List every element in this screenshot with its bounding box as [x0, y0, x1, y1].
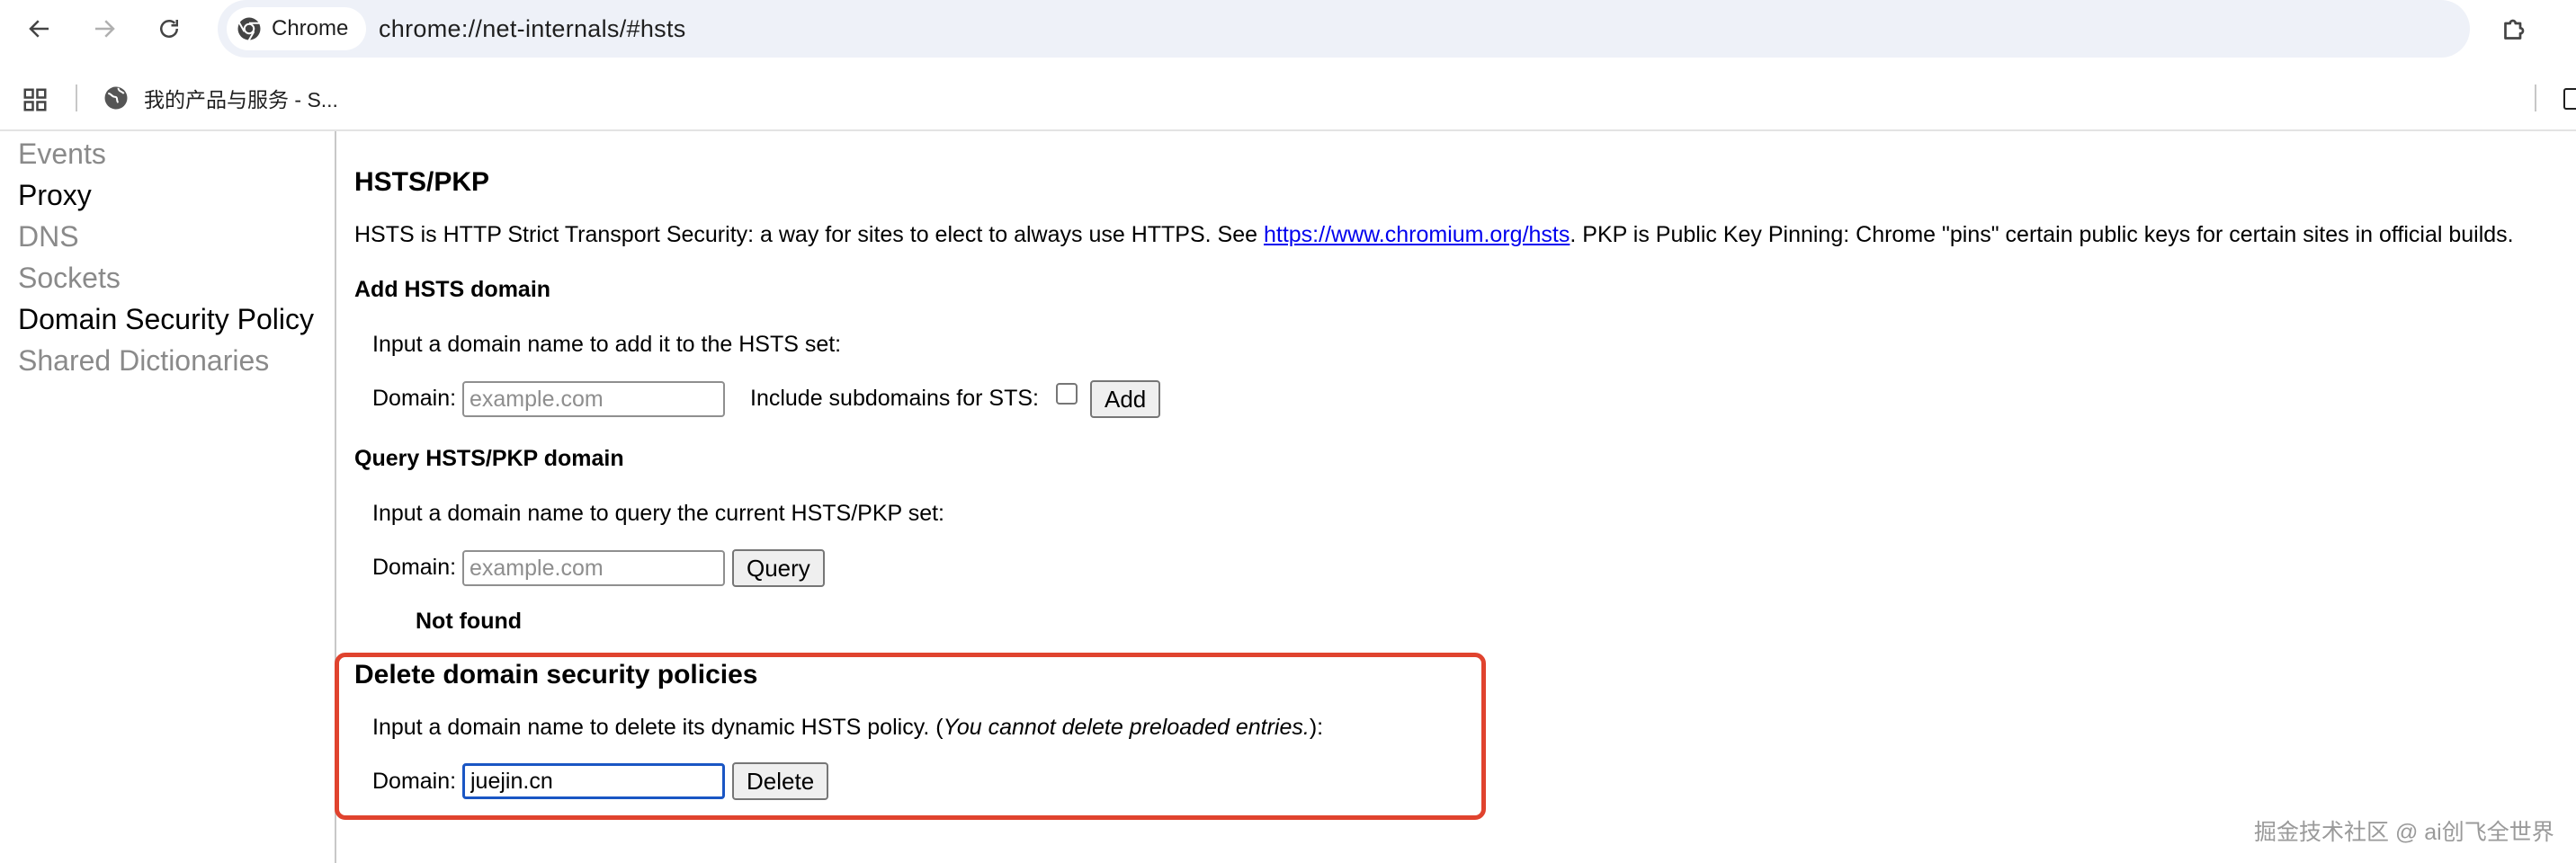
arrow-left-icon [29, 20, 49, 38]
url-text[interactable]: chrome://net-internals/#hsts [379, 15, 686, 43]
bookmarks-bar: 我的产品与服务 - S... [0, 58, 2576, 131]
query-result: Not found [416, 609, 523, 634]
omnibox[interactable]: Chrome chrome://net-internals/#hsts [218, 0, 2470, 58]
bookmarks-separator [76, 85, 77, 111]
sidebar-item-proxy[interactable]: Proxy [18, 179, 92, 212]
bookmarks-separator-right [2535, 85, 2536, 111]
site-info-label: Chrome [272, 16, 349, 40]
page-title: HSTS/PKP [354, 167, 490, 197]
intro-text-after: . PKP is Public Key Pinning: Chrome "pin… [1570, 222, 2514, 247]
bookmark-label: 我的产品与服务 - S... [144, 88, 338, 111]
add-domain-label: Domain: [372, 386, 457, 411]
sidebar: Events Proxy DNS Sockets Domain Security… [0, 131, 336, 863]
include-subdomains-checkbox[interactable] [1056, 383, 1078, 405]
arrow-right-icon [95, 20, 115, 38]
globe-icon [104, 86, 128, 110]
query-instruction: Input a domain name to query the current… [372, 501, 944, 526]
sidebar-item-domain-security-policy[interactable]: Domain Security Policy [18, 303, 314, 336]
watermark: 掘金技术社区 @ ai创飞全世界 [2254, 820, 2554, 845]
add-button[interactable]: Add [1090, 380, 1161, 418]
query-button[interactable]: Query [732, 549, 825, 587]
reload-icon [160, 20, 178, 38]
add-hsts-instruction: Input a domain name to add it to the HST… [372, 332, 842, 357]
sidebar-item-events[interactable]: Events [18, 138, 106, 171]
query-domain-input[interactable] [462, 550, 725, 586]
intro-text-before: HSTS is HTTP Strict Transport Security: … [354, 222, 1264, 247]
browser-toolbar: Chrome chrome://net-internals/#hsts [0, 0, 2576, 58]
highlight-box [335, 653, 1486, 820]
sidebar-item-shared-dictionaries[interactable]: Shared Dictionaries [18, 344, 269, 378]
intro-text: HSTS is HTTP Strict Transport Security: … [354, 222, 2514, 248]
puzzle-icon[interactable] [2499, 13, 2531, 45]
query-heading: Query HSTS/PKP domain [354, 446, 624, 471]
reload-button[interactable] [148, 7, 191, 50]
all-bookmarks-icon[interactable] [2563, 88, 2576, 110]
hsts-doc-link[interactable]: https://www.chromium.org/hsts [1264, 222, 1570, 247]
include-subdomains-label: Include subdomains for STS: [750, 386, 1039, 411]
add-domain-input[interactable] [462, 381, 725, 417]
sidebar-item-dns[interactable]: DNS [18, 220, 79, 254]
query-domain-label: Domain: [372, 555, 457, 580]
site-info-chip[interactable]: Chrome [227, 7, 367, 50]
add-hsts-heading: Add HSTS domain [354, 277, 551, 302]
chrome-logo-icon [237, 17, 261, 41]
bookmark-item[interactable]: 我的产品与服务 - S... [103, 83, 338, 113]
apps-grid-icon[interactable] [22, 86, 49, 113]
back-button[interactable] [18, 7, 61, 50]
sidebar-item-sockets[interactable]: Sockets [18, 262, 121, 295]
forward-button[interactable] [83, 7, 126, 50]
